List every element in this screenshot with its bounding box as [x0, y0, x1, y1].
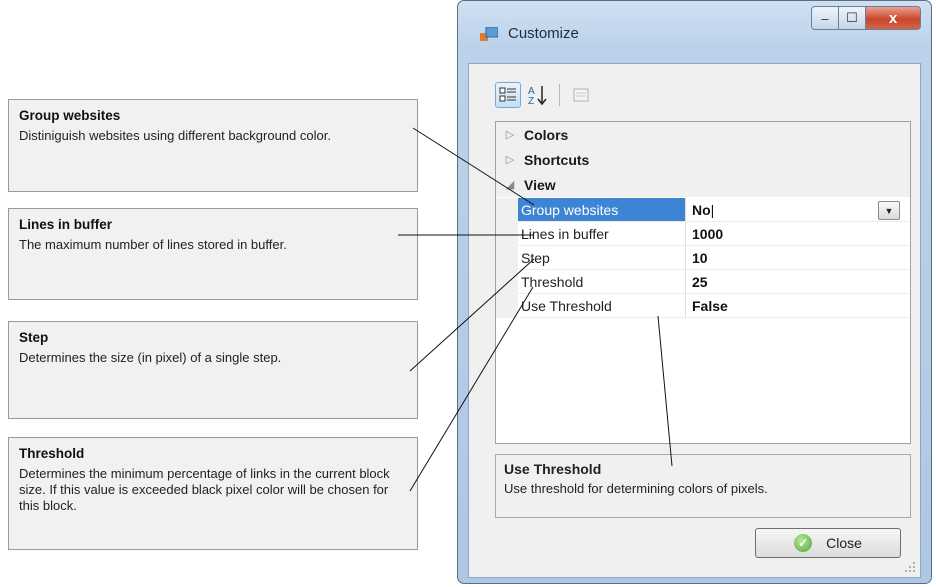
category-label: Shortcuts: [524, 151, 590, 168]
category-label: Colors: [524, 126, 569, 143]
category-shortcuts[interactable]: ▷ Shortcuts: [496, 147, 910, 172]
property-row-step[interactable]: Step 10: [496, 246, 910, 270]
app-icon: [480, 27, 498, 41]
callout-title: Lines in buffer: [19, 217, 113, 232]
window-title: Customize: [508, 25, 579, 42]
expand-arrow-icon[interactable]: ▷: [496, 128, 524, 141]
description-text: Use threshold for determining colors of …: [504, 481, 768, 496]
property-grid: ▷ Colors ▷ Shortcuts ◢ View Group websit…: [495, 121, 911, 444]
minimize-button[interactable]: –: [811, 6, 839, 30]
property-value-editor[interactable]: No |: [686, 198, 910, 222]
window-client-area: A Z ▷ Colors ▷ Shortcuts ◢ View Group we…: [468, 63, 921, 578]
categorized-icon: [499, 87, 516, 102]
property-value[interactable]: No: [692, 202, 711, 218]
property-name[interactable]: Step: [518, 246, 686, 270]
collapse-arrow-icon[interactable]: ◢: [496, 178, 524, 191]
close-button-label: Close: [826, 535, 862, 551]
row-gutter: [496, 270, 518, 294]
property-grid-toolbar: A Z: [495, 80, 594, 110]
callout-threshold: Threshold Determines the minimum percent…: [8, 437, 418, 550]
alphabetical-button[interactable]: A Z: [525, 82, 551, 108]
property-name[interactable]: Group websites: [518, 198, 686, 222]
category-view[interactable]: ◢ View: [496, 172, 910, 197]
property-row-lines-in-buffer[interactable]: Lines in buffer 1000: [496, 222, 910, 246]
checkmark-icon: ✓: [794, 534, 813, 552]
callout-group-websites: Group websites Distiniguish websites usi…: [8, 99, 418, 192]
property-name[interactable]: Threshold: [518, 270, 686, 294]
close-icon: x: [888, 9, 898, 27]
callout-text: Distiniguish websites using different ba…: [19, 128, 331, 143]
property-value[interactable]: False: [686, 294, 910, 318]
callout-text: The maximum number of lines stored in bu…: [19, 237, 287, 252]
maximize-button[interactable]: ☐: [838, 6, 866, 30]
minimize-icon: –: [821, 10, 829, 26]
callout-lines-in-buffer: Lines in buffer The maximum number of li…: [8, 208, 418, 300]
row-gutter: [496, 222, 518, 246]
category-colors[interactable]: ▷ Colors: [496, 122, 910, 147]
callout-title: Group websites: [19, 108, 121, 123]
property-pages-icon: [573, 88, 589, 102]
callout-text: Determines the minimum percentage of lin…: [19, 466, 390, 513]
chevron-down-icon: ▼: [884, 205, 894, 216]
property-name[interactable]: Use Threshold: [518, 294, 686, 318]
svg-text:Z: Z: [528, 96, 534, 106]
resize-grip-icon[interactable]: [904, 561, 916, 573]
callout-title: Threshold: [19, 446, 85, 461]
title-bar[interactable]: Customize – ☐ x: [458, 1, 931, 63]
close-button[interactable]: ✓ Close: [755, 528, 901, 558]
toolbar-separator: [559, 84, 560, 106]
property-value[interactable]: 25: [686, 270, 910, 294]
row-gutter: [496, 198, 518, 222]
property-pages-button[interactable]: [568, 82, 594, 108]
callout-title: Step: [19, 330, 49, 345]
customize-window: Customize – ☐ x A Z ▷ Colors ▷ Shortcuts…: [457, 0, 932, 584]
property-value[interactable]: 10: [686, 246, 910, 270]
expand-arrow-icon[interactable]: ▷: [496, 153, 524, 166]
property-row-group-websites[interactable]: Group websites No | ▼: [496, 198, 910, 222]
dropdown-button[interactable]: ▼: [878, 201, 900, 220]
close-window-button[interactable]: x: [865, 6, 921, 30]
categorized-button[interactable]: [495, 82, 521, 108]
callout-text: Determines the size (in pixel) of a sing…: [19, 350, 282, 365]
sort-az-icon: A Z: [528, 86, 547, 106]
description-panel: Use Threshold Use threshold for determin…: [495, 454, 911, 518]
property-row-threshold[interactable]: Threshold 25: [496, 270, 910, 294]
maximize-icon: ☐: [846, 10, 858, 25]
property-name[interactable]: Lines in buffer: [518, 222, 686, 246]
row-gutter: [496, 294, 518, 318]
property-value[interactable]: 1000: [686, 222, 910, 246]
callout-step: Step Determines the size (in pixel) of a…: [8, 321, 418, 419]
property-row-use-threshold[interactable]: Use Threshold False: [496, 294, 910, 318]
description-title: Use Threshold: [504, 461, 602, 477]
category-label: View: [524, 176, 556, 193]
row-gutter: [496, 246, 518, 270]
